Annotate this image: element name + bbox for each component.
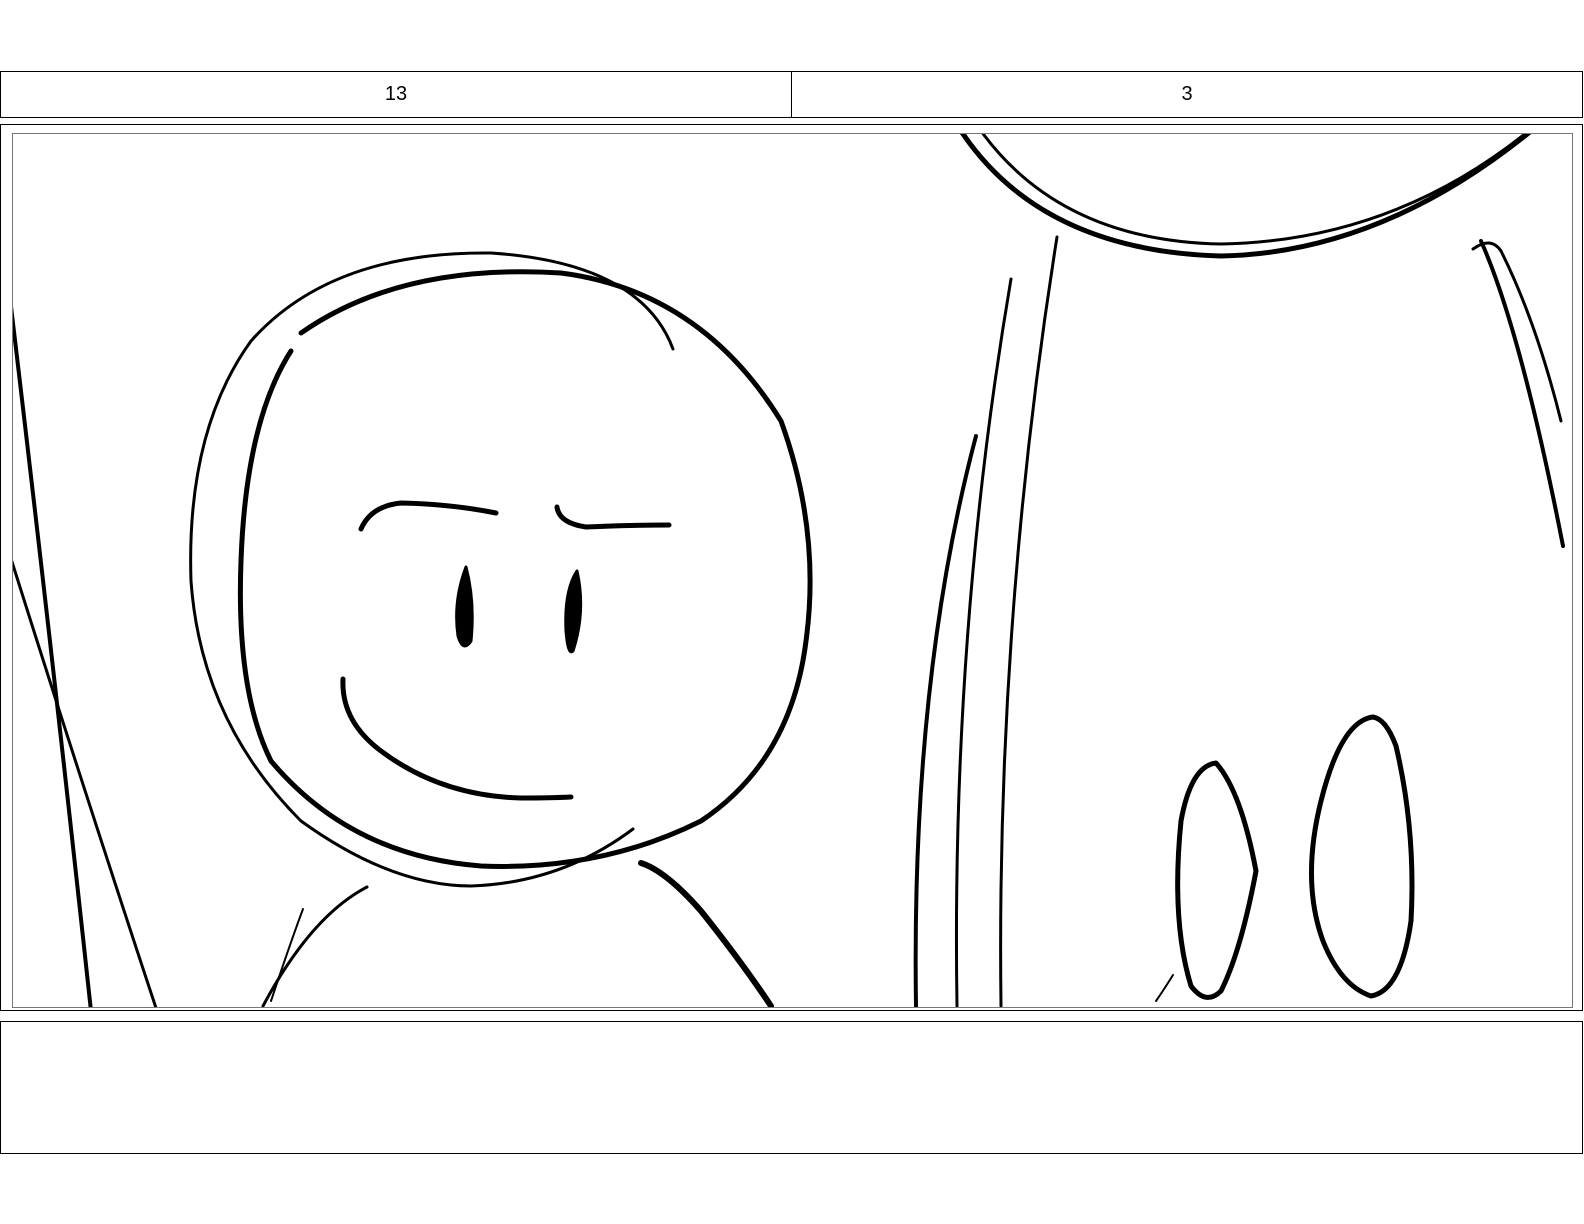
right-structure-line-5	[1471, 241, 1563, 423]
left-pillar-line-outer	[13, 306, 93, 1007]
scene-number: 13	[384, 83, 408, 105]
character-head-outer	[189, 251, 675, 888]
panel-number: 3	[791, 72, 1582, 117]
right-structure-line-1	[913, 434, 978, 1007]
character-head-inner	[237, 269, 813, 869]
right-eye	[564, 569, 583, 654]
oval-small-stroke	[1155, 974, 1174, 1002]
smile	[340, 676, 574, 801]
right-structure-line-2	[954, 277, 1013, 1007]
right-structure-line-3	[999, 235, 1059, 1007]
right-eyebrow	[554, 504, 672, 530]
right-structure-line-4	[1479, 239, 1565, 548]
top-right-round-inner	[981, 134, 1528, 246]
left-eyebrow	[358, 500, 499, 532]
left-shoulder-stroke	[270, 908, 304, 1002]
oval-left	[1175, 760, 1259, 1000]
sketch-panel	[12, 133, 1573, 1008]
oval-right	[1308, 714, 1415, 999]
notes-box	[0, 1021, 1583, 1154]
left-shoulder	[261, 885, 369, 1007]
sketch-drawing	[13, 134, 1565, 1007]
right-shoulder	[638, 860, 774, 1007]
left-eye	[455, 565, 474, 648]
panel-header: 13 3	[0, 71, 1583, 118]
